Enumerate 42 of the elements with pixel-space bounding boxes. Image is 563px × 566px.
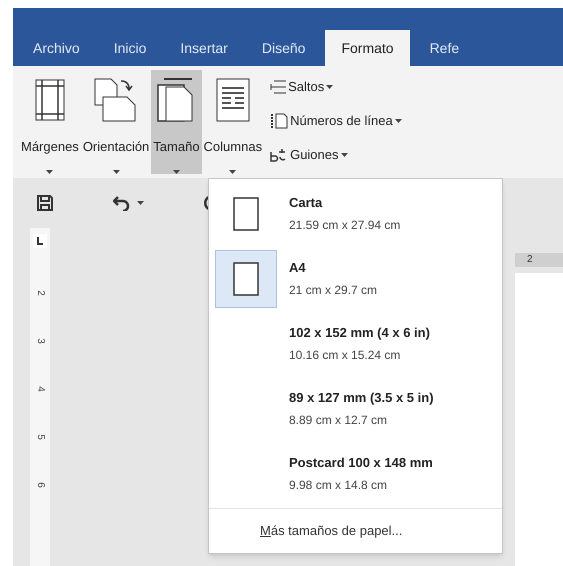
breaks-icon: [270, 80, 286, 94]
ribbon-tab[interactable]: Insertar: [166, 30, 242, 66]
ruler-number: 3: [35, 338, 45, 344]
menu-item[interactable]: 89 x 127 mm (3.5 x 5 in) 8.89 cm x 12.7 cm: [209, 376, 502, 441]
page-icon: [233, 196, 259, 230]
ribbon-button[interactable]: Tamaño: [151, 70, 202, 174]
line-numbers-icon: [270, 113, 288, 129]
ribbon-button[interactable]: Guiones: [270, 142, 402, 168]
caret-icon: [137, 201, 144, 205]
ruler-number: 2: [35, 290, 45, 296]
tab-stop-icon[interactable]: [33, 234, 47, 248]
caret-icon: [340, 153, 348, 157]
margins-icon: [34, 79, 65, 122]
caret-icon: [326, 85, 334, 89]
ribbon-tab[interactable]: Diseño: [248, 30, 320, 66]
caret-icon: [229, 170, 236, 174]
caret-icon: [394, 119, 402, 123]
menu-item[interactable]: Postcard 100 x 148 mm 9.98 cm x 14.8 cm: [209, 441, 502, 506]
ribbon-button[interactable]: Márgenes: [19, 70, 81, 174]
undo-icon[interactable]: [113, 195, 131, 211]
ruler-number: 5: [35, 434, 45, 440]
menu-item[interactable]: A4 21 cm x 29.7 cm: [209, 246, 502, 311]
menu-item[interactable]: 102 x 152 mm (4 x 6 in) 10.16 cm x 15.24 cm: [209, 311, 502, 376]
ruler-number: 4: [35, 386, 45, 392]
ribbon-button[interactable]: Números de línea: [270, 108, 402, 134]
ribbon-tab[interactable]: Inicio: [100, 30, 160, 66]
ruler-number: 6: [35, 482, 45, 488]
ribbon-button[interactable]: Saltos: [270, 74, 402, 100]
columns-icon: [216, 78, 250, 122]
caret-icon: [46, 170, 54, 174]
ribbon-tab[interactable]: Refe: [416, 30, 474, 66]
ruler-number: 2: [527, 255, 533, 265]
caret-icon: [112, 170, 120, 174]
ribbon-tab[interactable]: Archivo: [19, 30, 94, 66]
ribbon-button[interactable]: Columnas: [202, 70, 264, 174]
save-icon[interactable]: [37, 195, 53, 211]
page-icon: [233, 262, 259, 296]
more-paper-sizes-link[interactable]: Más tamaños de papel...: [209, 509, 502, 553]
ribbon-tab[interactable]: Formato: [325, 30, 410, 66]
menu-item[interactable]: Carta 21.59 cm x 27.94 cm: [209, 181, 502, 246]
caret-icon: [172, 170, 180, 174]
ribbon-button[interactable]: Orientación: [80, 70, 152, 174]
